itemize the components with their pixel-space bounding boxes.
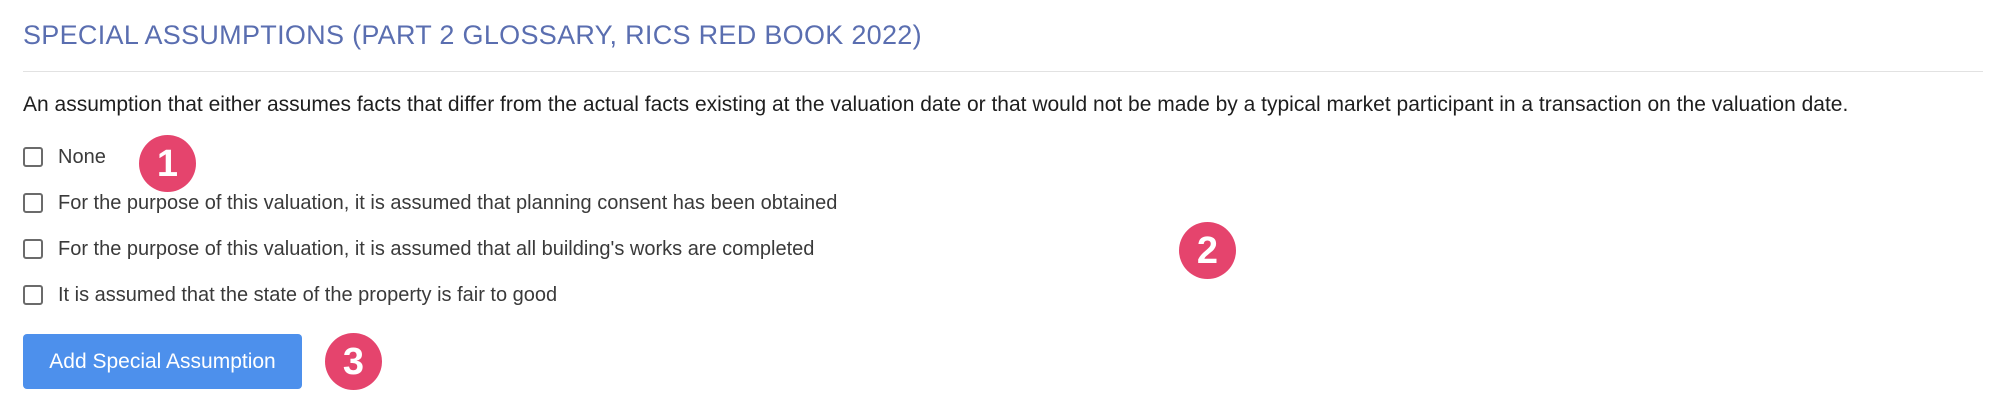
- option-planning-consent[interactable]: For the purpose of this valuation, it is…: [23, 188, 837, 218]
- option-fair-to-good-label: It is assumed that the state of the prop…: [58, 283, 558, 306]
- option-fair-to-good[interactable]: It is assumed that the state of the prop…: [23, 280, 557, 310]
- option-works-completed-label: For the purpose of this valuation, it is…: [58, 237, 815, 260]
- option-none-label: None: [58, 145, 106, 168]
- option-none[interactable]: None: [23, 142, 106, 172]
- option-works-completed-checkbox[interactable]: [23, 239, 43, 259]
- annotation-marker-3: 3: [325, 333, 382, 390]
- option-works-completed[interactable]: For the purpose of this valuation, it is…: [23, 234, 814, 264]
- option-planning-consent-label: For the purpose of this valuation, it is…: [58, 191, 838, 214]
- option-planning-consent-checkbox[interactable]: [23, 193, 43, 213]
- add-special-assumption-button[interactable]: Add Special Assumption: [23, 334, 302, 389]
- annotation-marker-2: 2: [1179, 222, 1236, 279]
- section-title: SPECIAL ASSUMPTIONS (PART 2 GLOSSARY, RI…: [23, 20, 922, 50]
- annotation-marker-1: 1: [139, 135, 196, 192]
- section-divider: [23, 71, 1983, 72]
- option-fair-to-good-checkbox[interactable]: [23, 285, 43, 305]
- section-description: An assumption that either assumes facts …: [23, 93, 1849, 116]
- option-none-checkbox[interactable]: [23, 147, 43, 167]
